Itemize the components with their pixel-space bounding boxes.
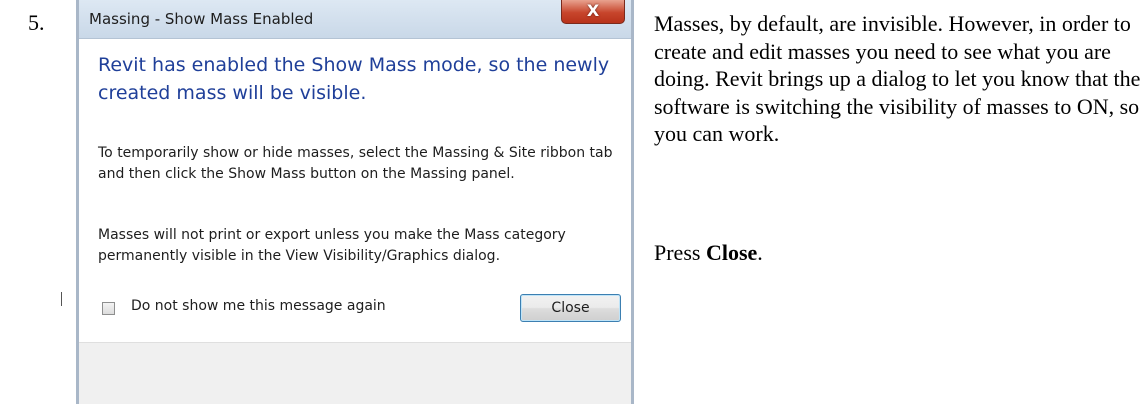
content-paragraph-1: To temporarily show or hide masses, sele… bbox=[98, 145, 613, 182]
dialog-window: Massing - Show Mass Enabled X Revit has … bbox=[76, 0, 634, 404]
dialog-title: Massing - Show Mass Enabled bbox=[89, 10, 314, 28]
press-suffix: . bbox=[757, 240, 763, 265]
step-number: 5. bbox=[28, 10, 45, 35]
close-icon: X bbox=[586, 1, 600, 20]
press-prefix: Press bbox=[654, 240, 706, 265]
main-instruction: Revit has enabled the Show Mass mode, so… bbox=[98, 54, 610, 104]
tick-mark bbox=[61, 292, 62, 306]
press-instruction: Press Close. bbox=[654, 240, 763, 266]
window-close-button[interactable]: X bbox=[561, 0, 625, 24]
dont-show-checkbox[interactable] bbox=[102, 302, 115, 315]
dont-show-checkbox-label[interactable]: Do not show me this message again bbox=[131, 298, 386, 314]
content-paragraph-2: Masses will not print or export unless y… bbox=[98, 227, 566, 264]
dialog-body: Revit has enabled the Show Mass mode, so… bbox=[79, 39, 631, 311]
dialog-footer bbox=[79, 342, 631, 404]
title-bar: Massing - Show Mass Enabled X bbox=[79, 0, 631, 39]
close-button[interactable]: Close bbox=[520, 294, 621, 322]
press-target: Close bbox=[705, 240, 758, 265]
instruction-paragraph: Masses, by default, are invisible. Howev… bbox=[654, 11, 1141, 146]
